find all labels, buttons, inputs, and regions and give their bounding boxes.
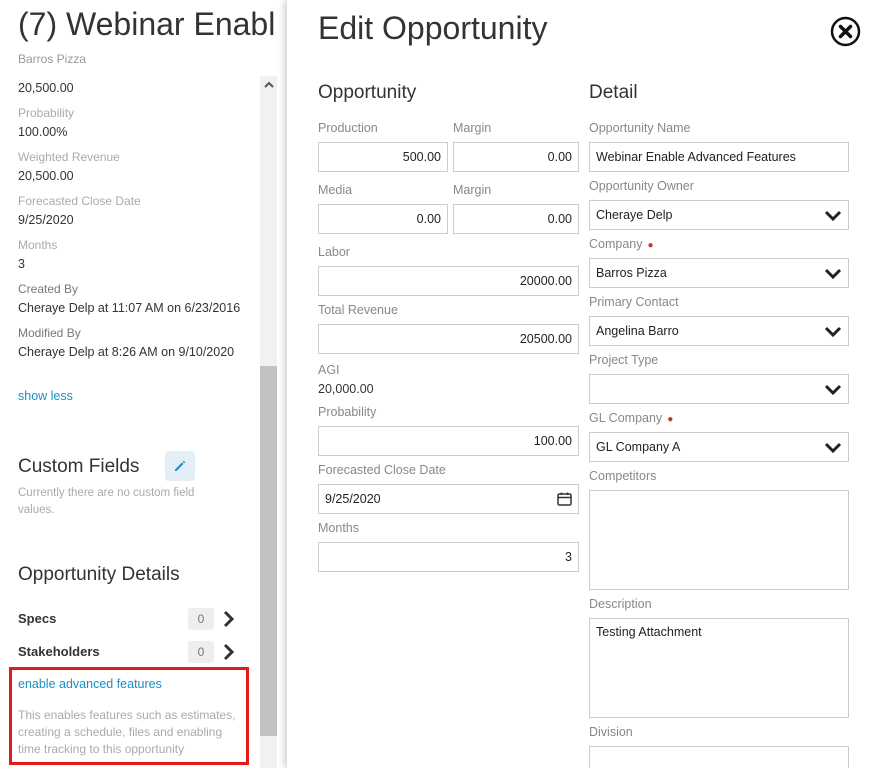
project-type-select[interactable] xyxy=(589,374,849,404)
left-scrollbar[interactable] xyxy=(260,76,277,768)
close-date-label: Forecasted Close Date xyxy=(318,463,446,477)
field-value: 9/25/2020 xyxy=(18,213,74,227)
chevron-right-icon[interactable] xyxy=(222,643,236,661)
division-select[interactable] xyxy=(589,746,849,768)
opportunity-owner-label: Opportunity Owner xyxy=(589,179,694,193)
opportunity-name-label: Opportunity Name xyxy=(589,121,691,135)
detail-section-heading: Detail xyxy=(589,82,638,103)
margin-label: Margin xyxy=(453,183,492,197)
company-label: Company ● xyxy=(589,237,654,251)
specs-count-badge: 0 xyxy=(188,608,214,630)
required-marker: ● xyxy=(667,414,674,425)
months-label: Months xyxy=(318,521,359,535)
field-label: Months xyxy=(18,238,58,252)
chevron-down-icon[interactable] xyxy=(824,325,842,337)
media-label: Media xyxy=(318,183,353,197)
project-type-label: Project Type xyxy=(589,353,659,367)
scroll-up-arrow-icon[interactable] xyxy=(260,76,277,93)
competitors-textarea[interactable] xyxy=(589,490,849,590)
advanced-features-note: This enables features such as estimates,… xyxy=(18,708,236,756)
gl-company-label: GL Company ● xyxy=(589,411,674,425)
field-value: 3 xyxy=(18,257,25,271)
stakeholders-count-badge: 0 xyxy=(188,641,214,663)
company-subtitle: Barros Pizza xyxy=(18,52,87,66)
gl-company-select[interactable]: GL Company A xyxy=(589,432,849,462)
agi-label: AGI xyxy=(318,363,340,377)
field-value: Cheraye Delp at 11:07 AM on 6/23/2016 xyxy=(18,301,241,315)
field-value: Cheraye Delp at 8:26 AM on 9/10/2020 xyxy=(18,345,235,359)
required-marker: ● xyxy=(647,240,654,251)
opportunity-owner-select[interactable]: Cheraye Delp xyxy=(589,200,849,230)
probability-label: Probability xyxy=(318,405,377,419)
field-value: 20,500.00 xyxy=(18,169,74,183)
months-input[interactable]: 3 xyxy=(318,542,579,572)
chevron-down-icon[interactable] xyxy=(824,267,842,279)
opportunity-summary-panel: (7) Webinar Enabl Barros Pizza 20,500.00… xyxy=(0,0,285,768)
production-margin-input[interactable]: 0.00 xyxy=(453,142,579,172)
enable-advanced-features-link[interactable]: enable advanced features xyxy=(18,677,162,691)
opportunity-name-input[interactable]: Webinar Enable Advanced Features xyxy=(589,142,849,172)
total-revenue-label: Total Revenue xyxy=(318,303,398,317)
field-label: Probability xyxy=(18,106,75,120)
opportunity-section-heading: Opportunity xyxy=(318,82,417,103)
field-label: Forecasted Close Date xyxy=(18,194,141,208)
calendar-icon[interactable] xyxy=(557,492,572,506)
pencil-icon xyxy=(175,460,186,471)
custom-fields-empty-note: Currently there are no custom field valu… xyxy=(18,487,195,516)
field-label: Weighted Revenue xyxy=(18,150,120,164)
media-margin-input[interactable]: 0.00 xyxy=(453,204,579,234)
media-input[interactable]: 0.00 xyxy=(318,204,448,234)
primary-contact-label: Primary Contact xyxy=(589,295,679,309)
competitors-label: Competitors xyxy=(589,469,657,483)
modal-title: Edit Opportunity xyxy=(318,10,548,46)
company-select[interactable]: Barros Pizza xyxy=(589,258,849,288)
chevron-down-icon[interactable] xyxy=(824,441,842,453)
field-label: Created By xyxy=(18,282,79,296)
show-less-link[interactable]: show less xyxy=(18,389,73,403)
field-value: 100.00% xyxy=(18,125,68,139)
close-date-input[interactable]: 9/25/2020 xyxy=(318,484,579,514)
specs-label[interactable]: Specs xyxy=(18,611,56,626)
primary-contact-select[interactable]: Angelina Barro xyxy=(589,316,849,346)
chevron-down-icon[interactable] xyxy=(824,209,842,221)
custom-fields-heading: Custom Fields xyxy=(18,456,140,477)
probability-input[interactable]: 100.00 xyxy=(318,426,579,456)
labor-input[interactable]: 20000.00 xyxy=(318,266,579,296)
total-revenue-input[interactable]: 20500.00 xyxy=(318,324,579,354)
edit-opportunity-modal: Edit Opportunity Opportunity Production … xyxy=(287,0,869,768)
close-icon[interactable] xyxy=(830,16,861,47)
margin-label: Margin xyxy=(453,121,492,135)
production-input[interactable]: 500.00 xyxy=(318,142,448,172)
opportunity-title: (7) Webinar Enabl xyxy=(18,6,276,42)
revenue-value: 20,500.00 xyxy=(18,81,74,95)
agi-value: 20,000.00 xyxy=(318,382,374,396)
description-textarea[interactable]: Testing Attachment xyxy=(589,618,849,718)
chevron-down-icon[interactable] xyxy=(824,383,842,395)
field-label: Modified By xyxy=(18,326,81,340)
production-label: Production xyxy=(318,121,378,135)
division-label: Division xyxy=(589,725,633,739)
stakeholders-label[interactable]: Stakeholders xyxy=(18,644,100,659)
labor-label: Labor xyxy=(318,245,350,259)
scroll-thumb[interactable] xyxy=(260,366,277,736)
chevron-right-icon[interactable] xyxy=(222,610,236,628)
edit-custom-fields-button[interactable] xyxy=(165,451,195,481)
description-label: Description xyxy=(589,597,652,611)
opportunity-details-heading: Opportunity Details xyxy=(18,564,180,585)
